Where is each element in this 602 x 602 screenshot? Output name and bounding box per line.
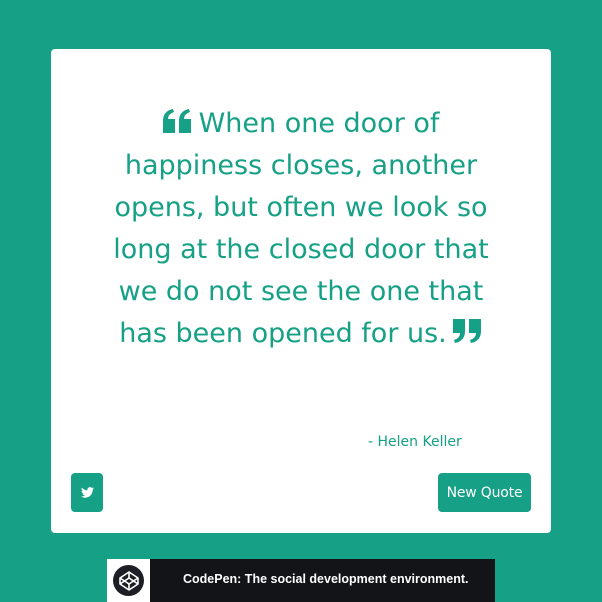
- quote-author: - Helen Keller: [368, 434, 462, 450]
- new-quote-button[interactable]: New Quote: [438, 473, 531, 512]
- close-quote-icon: [452, 318, 483, 343]
- codepen-logo-box[interactable]: [107, 559, 150, 602]
- codepen-footer[interactable]: CodePen: The social development environm…: [107, 559, 495, 602]
- tweet-button[interactable]: [71, 473, 103, 512]
- open-quote-icon: [162, 108, 193, 133]
- codepen-footer-text: CodePen: The social development environm…: [183, 572, 469, 586]
- quote-text: When one door of happiness closes, anoth…: [113, 108, 489, 349]
- quote-block: When one door of happiness closes, anoth…: [106, 103, 496, 355]
- codepen-logo-icon: [113, 565, 144, 596]
- quote-card: When one door of happiness closes, anoth…: [51, 49, 551, 533]
- twitter-icon: [80, 483, 94, 502]
